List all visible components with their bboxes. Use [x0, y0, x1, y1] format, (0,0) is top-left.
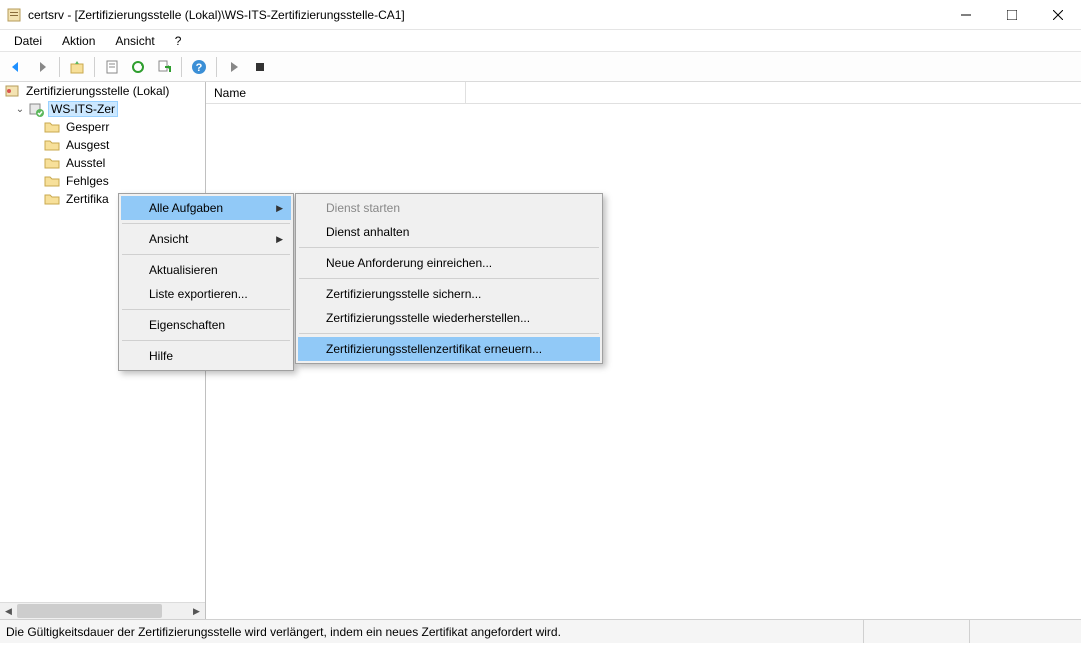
ctx-label: Zertifizierungsstelle sichern... [326, 287, 481, 301]
ctx-help[interactable]: Hilfe [121, 344, 291, 368]
menu-file[interactable]: Datei [6, 32, 50, 50]
cert-authority-icon [4, 83, 20, 99]
tree-item-pending[interactable]: Ausstel [0, 154, 205, 172]
tree-item-label: Gesperr [64, 120, 111, 134]
column-name-label: Name [214, 86, 246, 100]
toolbar-separator [216, 57, 217, 77]
export-button[interactable] [152, 55, 176, 79]
ctx-separator [122, 223, 290, 224]
ctx-label: Aktualisieren [149, 263, 218, 277]
tree-ca-label: WS-ITS-Zer [48, 101, 118, 117]
svg-text:?: ? [196, 62, 203, 74]
tree-item-label: Ausgest [64, 138, 111, 152]
back-button[interactable] [4, 55, 28, 79]
ca-server-icon [28, 101, 44, 117]
menu-action[interactable]: Aktion [54, 32, 103, 50]
main-area: Zertifizierungsstelle (Lokal) ⌄ WS-ITS-Z… [0, 82, 1081, 619]
ctx-label: Zertifizierungsstelle wiederherstellen..… [326, 311, 530, 325]
ctx-view[interactable]: Ansicht [121, 227, 291, 251]
ctx-label: Dienst starten [326, 201, 400, 215]
menubar: Datei Aktion Ansicht ? [0, 30, 1081, 52]
ctx-separator [122, 254, 290, 255]
folder-icon [44, 191, 60, 207]
menu-help[interactable]: ? [167, 32, 190, 50]
window-controls [943, 0, 1081, 29]
ctx-label: Ansicht [149, 232, 188, 246]
list-header: Name [206, 82, 1081, 104]
status-cell [863, 620, 969, 643]
ctx-all-tasks[interactable]: Alle Aufgaben [121, 196, 291, 220]
refresh-button[interactable] [126, 55, 150, 79]
folder-icon [44, 173, 60, 189]
ctx-stop-service[interactable]: Dienst anhalten [298, 220, 600, 244]
ctx-restore-ca[interactable]: Zertifizierungsstelle wiederherstellen..… [298, 306, 600, 330]
folder-icon [44, 137, 60, 153]
scrollbar-thumb[interactable] [17, 604, 162, 618]
statusbar: Die Gültigkeitsdauer der Zertifizierungs… [0, 619, 1081, 643]
expander-icon[interactable]: ⌄ [14, 104, 26, 115]
toolbar-separator [59, 57, 60, 77]
tree-item-failed[interactable]: Fehlges [0, 172, 205, 190]
ctx-refresh[interactable]: Aktualisieren [121, 258, 291, 282]
status-cell [969, 620, 1075, 643]
tree-root[interactable]: Zertifizierungsstelle (Lokal) [0, 82, 205, 100]
toolbar: ? [0, 52, 1081, 82]
scroll-right-icon[interactable]: ▶ [188, 603, 205, 620]
maximize-button[interactable] [989, 0, 1035, 29]
toolbar-separator [181, 57, 182, 77]
ctx-separator [122, 340, 290, 341]
window-title: certsrv - [Zertifizierungsstelle (Lokal)… [28, 8, 943, 22]
play-button[interactable] [222, 55, 246, 79]
up-button[interactable] [65, 55, 89, 79]
context-menu: Alle Aufgaben Ansicht Aktualisieren List… [118, 193, 294, 371]
ctx-label: Neue Anforderung einreichen... [326, 256, 492, 270]
app-icon [6, 7, 22, 23]
ctx-label: Liste exportieren... [149, 287, 248, 301]
column-name[interactable]: Name [206, 82, 466, 103]
tree-ca-node[interactable]: ⌄ WS-ITS-Zer [0, 100, 205, 118]
properties-button[interactable] [100, 55, 124, 79]
stop-button[interactable] [248, 55, 272, 79]
folder-icon [44, 155, 60, 171]
minimize-button[interactable] [943, 0, 989, 29]
ctx-label: Dienst anhalten [326, 225, 409, 239]
titlebar: certsrv - [Zertifizierungsstelle (Lokal)… [0, 0, 1081, 30]
ctx-separator [299, 278, 599, 279]
status-text: Die Gültigkeitsdauer der Zertifizierungs… [6, 625, 863, 639]
tree-item-label: Fehlges [64, 174, 111, 188]
ctx-label: Alle Aufgaben [149, 201, 223, 215]
tree-item-revoked[interactable]: Gesperr [0, 118, 205, 136]
close-button[interactable] [1035, 0, 1081, 29]
ctx-submit-new-request[interactable]: Neue Anforderung einreichen... [298, 251, 600, 275]
tree-item-label: Zertifika [64, 192, 111, 206]
toolbar-separator [94, 57, 95, 77]
menu-view[interactable]: Ansicht [107, 32, 162, 50]
tree-root-label: Zertifizierungsstelle (Lokal) [24, 84, 171, 98]
tree-item-issued[interactable]: Ausgest [0, 136, 205, 154]
folder-icon [44, 119, 60, 135]
ctx-properties[interactable]: Eigenschaften [121, 313, 291, 337]
tree-item-label: Ausstel [64, 156, 107, 170]
ctx-label: Zertifizierungsstellenzertifikat erneuer… [326, 342, 542, 356]
scroll-left-icon[interactable]: ◀ [0, 603, 17, 620]
context-submenu: Dienst starten Dienst anhalten Neue Anfo… [295, 193, 603, 364]
ctx-separator [299, 247, 599, 248]
forward-button[interactable] [30, 55, 54, 79]
ctx-backup-ca[interactable]: Zertifizierungsstelle sichern... [298, 282, 600, 306]
horizontal-scrollbar[interactable]: ◀ ▶ [0, 602, 205, 619]
ctx-separator [299, 333, 599, 334]
ctx-renew-ca-cert[interactable]: Zertifizierungsstellenzertifikat erneuer… [298, 337, 600, 361]
help-button[interactable]: ? [187, 55, 211, 79]
ctx-separator [122, 309, 290, 310]
ctx-label: Eigenschaften [149, 318, 225, 332]
ctx-start-service[interactable]: Dienst starten [298, 196, 600, 220]
ctx-export-list[interactable]: Liste exportieren... [121, 282, 291, 306]
ctx-label: Hilfe [149, 349, 173, 363]
